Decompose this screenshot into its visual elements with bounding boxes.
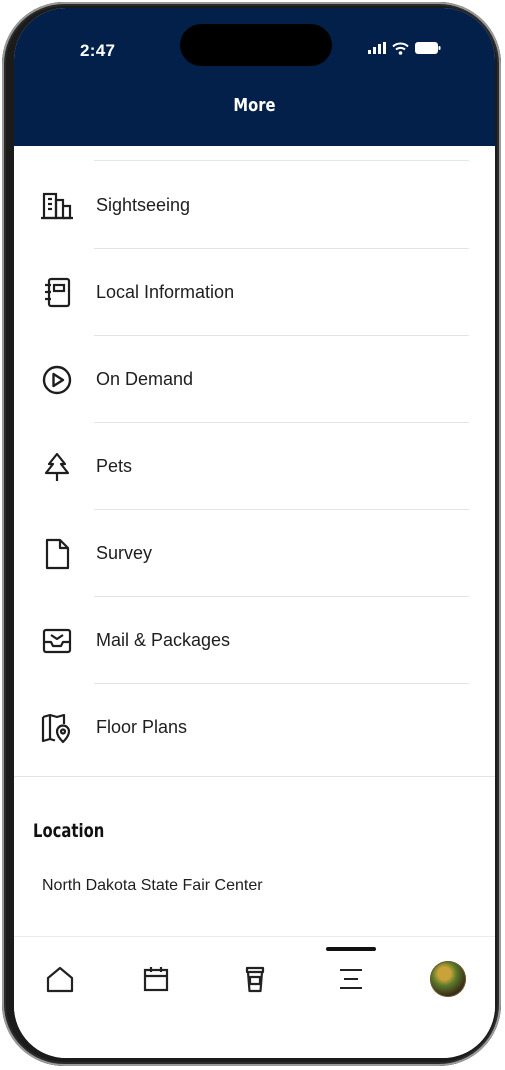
- tab-bar: [14, 936, 495, 1058]
- menu-item-label: On Demand: [96, 369, 194, 389]
- wifi-icon: [392, 42, 409, 55]
- menu-list: Sightseeing Local Information On Demand …: [14, 162, 495, 771]
- menu-item-pets[interactable]: Pets: [14, 423, 495, 510]
- play-circle-icon: [40, 363, 74, 397]
- menu-item-label: Local Information: [96, 282, 235, 302]
- map-pin-icon: [40, 711, 74, 745]
- page-title: More: [233, 95, 276, 116]
- menu-item-sightseeing[interactable]: Sightseeing: [14, 162, 495, 249]
- menu-item-on-demand[interactable]: On Demand: [14, 336, 495, 423]
- app-header: 2:47 More: [14, 8, 495, 146]
- divider: [94, 160, 469, 161]
- document-icon: [40, 537, 74, 571]
- location-heading: Location: [33, 820, 105, 842]
- dynamic-island: [180, 24, 332, 66]
- status-time: 2:47: [80, 41, 116, 60]
- calendar-icon: [143, 967, 169, 992]
- active-tab-indicator: [326, 947, 376, 951]
- menu-item-label: Sightseeing: [96, 195, 191, 215]
- coffee-cup-icon: [245, 966, 265, 993]
- tab-profile[interactable]: [426, 957, 470, 1001]
- menu-icon: [340, 969, 362, 989]
- menu-item-mail-packages[interactable]: Mail & Packages: [14, 597, 495, 684]
- menu-item-label: Floor Plans: [96, 717, 188, 737]
- tab-home[interactable]: [38, 957, 82, 1001]
- menu-item-label: Survey: [96, 543, 153, 563]
- mailbox-icon: [40, 624, 74, 658]
- section-divider: [14, 776, 495, 777]
- buildings-icon: [40, 189, 74, 223]
- screen: 2:47 More Sightseeing Local Information …: [14, 8, 495, 1058]
- location-name: North Dakota State Fair Center: [42, 877, 263, 894]
- menu-item-label: Mail & Packages: [96, 630, 231, 650]
- tab-calendar[interactable]: [134, 957, 178, 1001]
- menu-item-floor-plans[interactable]: Floor Plans: [14, 684, 495, 771]
- tree-icon: [40, 450, 74, 484]
- menu-item-survey[interactable]: Survey: [14, 510, 495, 597]
- menu-item-label: Pets: [96, 456, 133, 476]
- status-icons: [368, 38, 441, 58]
- notebook-icon: [40, 276, 74, 310]
- menu-item-local-information[interactable]: Local Information: [14, 249, 495, 336]
- tab-coffee[interactable]: [233, 957, 277, 1001]
- battery-icon: [415, 42, 441, 54]
- signal-icon: [368, 42, 386, 54]
- tab-menu[interactable]: [329, 957, 373, 1001]
- phone-frame: 2:47 More Sightseeing Local Information …: [2, 2, 501, 1066]
- avatar: [430, 961, 466, 997]
- home-icon: [46, 966, 74, 993]
